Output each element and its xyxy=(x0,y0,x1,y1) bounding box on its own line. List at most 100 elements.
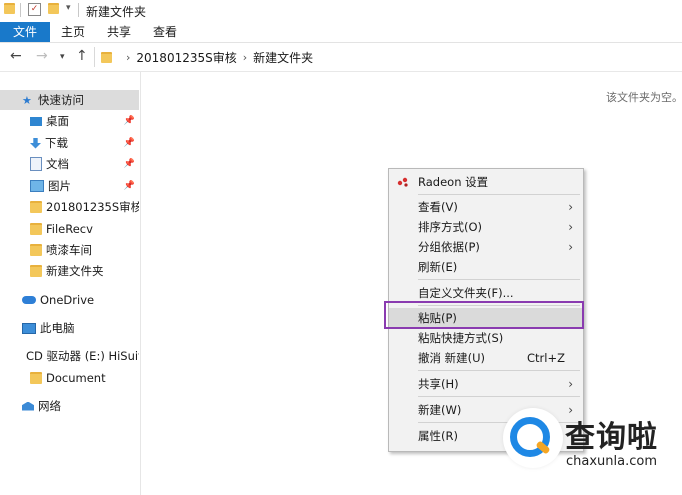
menu-separator xyxy=(418,279,580,280)
menu-separator xyxy=(418,370,580,371)
tab-home[interactable]: 主页 xyxy=(50,22,96,42)
menu-item-view[interactable]: 查看(V) › xyxy=(389,197,583,217)
watermark-logo: 查询啦 chaxunla.com xyxy=(503,408,682,495)
sidebar-item-network[interactable]: 网络 xyxy=(0,396,139,416)
paste-highlight-outline xyxy=(384,301,584,329)
menu-item-label: 分组依据(P) xyxy=(418,240,480,254)
menu-item-label: 新建(W) xyxy=(418,403,462,417)
sidebar-item-onedrive[interactable]: OneDrive xyxy=(0,290,139,310)
menu-item-label: 粘贴快捷方式(S) xyxy=(418,331,504,345)
menu-item-label: 查看(V) xyxy=(418,200,458,214)
sidebar-item-label: OneDrive xyxy=(40,293,95,307)
sidebar-item-this-pc[interactable]: 此电脑 xyxy=(0,318,139,338)
empty-folder-message: 该文件夹为空。 xyxy=(606,91,682,104)
sidebar-item-filerecv[interactable]: FileRecv xyxy=(0,219,139,239)
folder-icon xyxy=(48,3,59,14)
sidebar-item-label: 网络 xyxy=(38,399,61,413)
folder-icon xyxy=(101,51,112,63)
menu-item-label: 共享(H) xyxy=(418,377,459,391)
network-icon xyxy=(22,401,34,411)
sidebar-item-desktop[interactable]: 桌面 📌 xyxy=(0,111,139,131)
breadcrumb-chevron-icon: › xyxy=(242,50,248,64)
sidebar-item-quick-access[interactable]: ★ 快速访问 xyxy=(0,90,139,110)
menu-item-share[interactable]: 共享(H) › xyxy=(389,374,583,394)
ribbon-tabs: 文件 主页 共享 查看 xyxy=(0,22,682,43)
sidebar-item-label: 文档 xyxy=(46,157,69,171)
sidebar-item-label: 桌面 xyxy=(46,114,69,128)
sidebar-item-label: FileRecv xyxy=(46,222,93,236)
pin-icon[interactable]: 📌 xyxy=(124,159,135,169)
sidebar-item-document[interactable]: Document xyxy=(0,368,139,388)
menu-separator xyxy=(418,396,580,397)
logo-badge xyxy=(503,408,563,468)
tab-file[interactable]: 文件 xyxy=(0,22,50,42)
submenu-chevron-icon: › xyxy=(568,240,573,254)
menu-item-label: 刷新(E) xyxy=(418,260,458,274)
menu-item-undo-new[interactable]: 撤消 新建(U) Ctrl+Z xyxy=(389,348,583,368)
folder-icon xyxy=(30,372,42,384)
pin-icon[interactable]: 📌 xyxy=(124,181,135,191)
quick-access-toolbar xyxy=(4,3,15,14)
checkmark-icon: ✓ xyxy=(28,3,41,16)
sidebar-item-label: Document xyxy=(46,371,106,385)
menu-item-sort-by[interactable]: 排序方式(O) › xyxy=(389,217,583,237)
folder-icon xyxy=(30,223,42,235)
up-arrow-icon[interactable]: ↑ xyxy=(76,48,88,64)
folder-icon xyxy=(4,3,15,14)
menu-item-radeon-settings[interactable]: Radeon 设置 xyxy=(389,172,583,192)
properties-quick-button[interactable]: ✓ xyxy=(28,3,41,16)
breadcrumb-item[interactable]: 201801235S审核 xyxy=(136,49,236,66)
new-folder-quick-button[interactable] xyxy=(48,3,59,14)
customize-quick-access-button[interactable]: ▾ xyxy=(66,3,71,13)
sidebar-item-paint-shop[interactable]: 喷漆车间 xyxy=(0,240,139,260)
recent-locations-chevron-icon[interactable]: ▾ xyxy=(60,52,65,62)
sidebar-item-pictures[interactable]: 图片 📌 xyxy=(0,176,139,196)
submenu-chevron-icon: › xyxy=(568,377,573,391)
folder-icon xyxy=(30,244,42,256)
navigation-pane: ★ 快速访问 桌面 📌 下载 📌 文档 📌 图片 📌 201801235S审核 … xyxy=(0,72,141,495)
sidebar-item-new-folder[interactable]: 新建文件夹 xyxy=(0,261,139,281)
address-bar[interactable]: › 201801235S审核 › 新建文件夹 xyxy=(94,47,682,67)
sidebar-item-cd-drive[interactable]: CD 驱动器 (E:) HiSuit xyxy=(0,346,139,366)
forward-arrow-icon[interactable]: → xyxy=(36,48,48,64)
download-icon xyxy=(30,137,41,149)
breadcrumb-chevron-icon: › xyxy=(126,50,131,64)
menu-item-label: 撤消 新建(U) xyxy=(418,351,486,365)
back-arrow-icon[interactable]: ← xyxy=(10,48,22,64)
menu-item-label: Radeon 设置 xyxy=(418,175,489,189)
menu-item-label: 属性(R) xyxy=(418,429,458,443)
sidebar-item-label: 201801235S审核 xyxy=(46,200,139,214)
menu-item-label: 排序方式(O) xyxy=(418,220,483,234)
pin-icon[interactable]: 📌 xyxy=(124,138,135,148)
sidebar-item-label: 喷漆车间 xyxy=(46,243,92,257)
sidebar-item-label: CD 驱动器 (E:) HiSuit xyxy=(26,349,139,363)
window-title: 新建文件夹 xyxy=(86,5,147,19)
breadcrumb-item[interactable]: 新建文件夹 xyxy=(253,49,313,66)
menu-item-paste-shortcut[interactable]: 粘贴快捷方式(S) xyxy=(389,328,583,348)
sidebar-item-downloads[interactable]: 下载 📌 xyxy=(0,133,139,153)
sidebar-item-label: 图片 xyxy=(48,179,71,193)
shortcut-label: Ctrl+Z xyxy=(527,351,565,365)
folder-icon xyxy=(30,201,42,213)
submenu-chevron-icon: › xyxy=(568,200,573,214)
watermark-brand: 查询啦 xyxy=(565,420,658,455)
pin-icon[interactable]: 📌 xyxy=(124,116,135,126)
sidebar-item-folder[interactable]: 201801235S审核 xyxy=(0,197,139,217)
cloud-icon xyxy=(22,296,36,304)
menu-item-group-by[interactable]: 分组依据(P) › xyxy=(389,237,583,257)
divider xyxy=(78,3,79,17)
tab-share[interactable]: 共享 xyxy=(96,22,142,42)
sidebar-item-label: 快速访问 xyxy=(38,93,84,107)
sidebar-item-documents[interactable]: 文档 📌 xyxy=(0,154,139,174)
submenu-chevron-icon: › xyxy=(568,220,573,234)
menu-item-customize-folder[interactable]: 自定义文件夹(F)... xyxy=(389,283,583,303)
menu-item-label: 自定义文件夹(F)... xyxy=(418,286,514,300)
menu-separator xyxy=(418,194,580,195)
divider xyxy=(20,3,21,17)
star-icon: ★ xyxy=(22,93,32,107)
picture-icon xyxy=(30,180,44,192)
title-divider xyxy=(78,3,79,17)
tab-view[interactable]: 查看 xyxy=(142,22,188,42)
title-bar: ✓ ▾ 新建文件夹 xyxy=(0,0,682,22)
menu-item-refresh[interactable]: 刷新(E) xyxy=(389,257,583,277)
